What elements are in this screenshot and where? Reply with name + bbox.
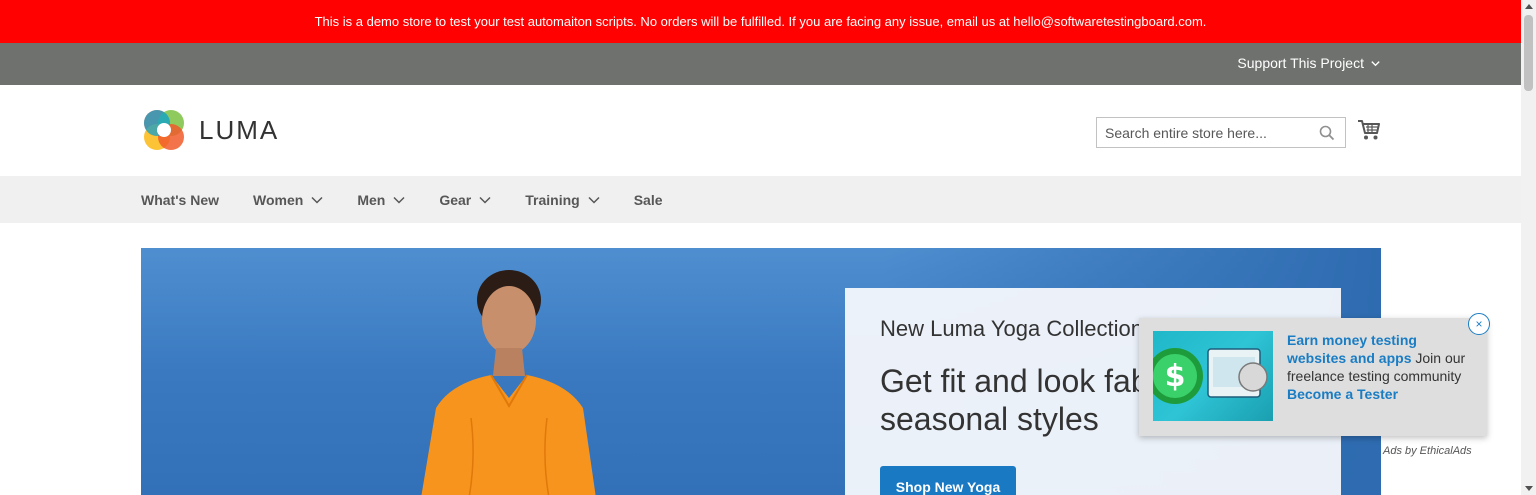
svg-text:$: $ (1165, 359, 1186, 394)
support-project-label: Support This Project (1237, 55, 1364, 71)
chevron-down-icon (1371, 60, 1380, 66)
ethical-ad-popup: $ Earn money testing websites and apps J… (1139, 313, 1490, 436)
luma-logo[interactable]: LUMA (141, 107, 279, 153)
become-tester-link[interactable]: Become a Tester (1287, 386, 1398, 402)
luma-logo-icon (144, 110, 184, 150)
ad-image[interactable]: $ (1153, 331, 1273, 421)
search-icon[interactable] (1319, 125, 1335, 141)
site-header: LUMA (0, 85, 1521, 176)
demo-notice-banner: This is a demo store to test your test a… (0, 0, 1521, 43)
support-project-dropdown[interactable]: Support This Project (1237, 55, 1381, 71)
nav-item-label: Men (357, 191, 386, 208)
yoga-woman-image (421, 270, 596, 495)
nav-item-sale[interactable]: Sale (634, 192, 663, 208)
promo-subtitle: New Luma Yoga Collection (880, 316, 1143, 341)
close-icon[interactable]: × (1468, 313, 1490, 335)
demo-notice-text: This is a demo store to test your test a… (314, 14, 1207, 29)
shop-new-yoga-button[interactable]: Shop New Yoga (880, 466, 1016, 495)
scroll-down-arrow-icon[interactable] (1525, 486, 1533, 491)
nav-item-label: Gear (439, 191, 472, 208)
nav-item-gear[interactable]: Gear (439, 192, 491, 208)
nav-item-whats-new[interactable]: What's New (141, 192, 219, 208)
chevron-down-icon (311, 196, 323, 204)
nav-item-label: Training (525, 191, 580, 208)
scroll-up-arrow-icon[interactable] (1525, 4, 1533, 9)
ad-credit-link[interactable]: Ads by EthicalAds (1383, 445, 1472, 457)
chevron-down-icon (588, 196, 600, 204)
nav-item-training[interactable]: Training (525, 191, 600, 208)
search-box (1096, 117, 1346, 148)
chevron-down-icon (479, 196, 491, 204)
top-bar: Support This Project (0, 43, 1521, 85)
shopping-cart-icon[interactable] (1357, 119, 1381, 141)
chevron-down-icon (393, 196, 405, 204)
nav-item-women[interactable]: Women (253, 192, 323, 208)
dollar-coin-icon: $ (1153, 348, 1268, 404)
scroll-thumb[interactable] (1524, 15, 1533, 91)
ad-text: Earn money testing websites and apps Joi… (1287, 331, 1477, 403)
logo-text: LUMA (199, 114, 280, 145)
nav-item-men[interactable]: Men (357, 192, 405, 208)
ad-headline-link[interactable]: Earn money testing websites and apps (1287, 332, 1417, 366)
page-scrollbar[interactable] (1521, 0, 1536, 495)
nav-item-label: Women (253, 191, 304, 208)
main-navigation: What's New Women Men Gear Training Sale (0, 176, 1521, 223)
nav-item-label: What's New (141, 191, 220, 208)
search-input[interactable] (1105, 124, 1315, 141)
nav-item-label: Sale (633, 191, 663, 208)
